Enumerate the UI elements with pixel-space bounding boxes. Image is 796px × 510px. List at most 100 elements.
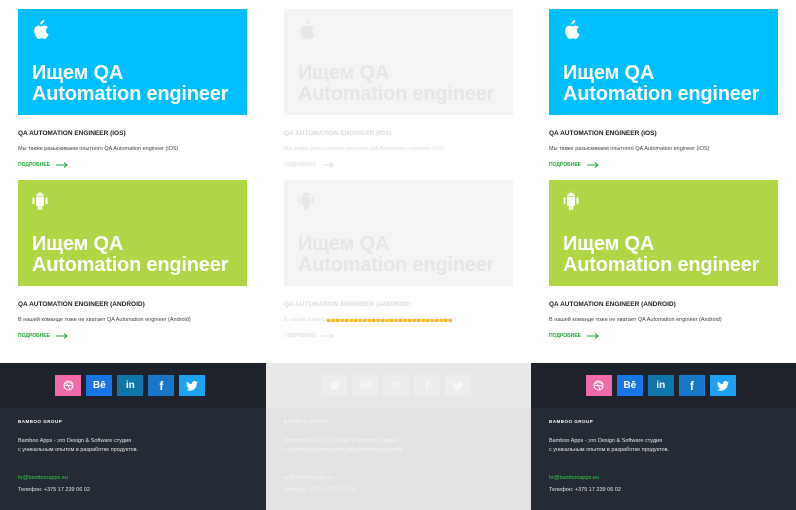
banner-title: Ищем QA Automation engineer [563, 62, 760, 105]
job-title[interactable]: QA AUTOMATION ENGINEER (IOS) [549, 130, 657, 137]
social-links: Bē in f [585, 375, 736, 396]
linkedin-icon: in [125, 380, 135, 391]
job-banner-android[interactable]: Ищем QA Automation engineer [284, 180, 513, 286]
job-description: Мы также разыскиваем опытного QA Automat… [284, 146, 445, 152]
brand-logo[interactable]: BAMBOO GROUP [284, 419, 328, 424]
job-banner-ios[interactable]: Ищем QA Automation engineer [549, 9, 778, 115]
job-title[interactable]: QA AUTOMATION ENGINEER (ANDROID) [284, 301, 411, 308]
android-icon [32, 191, 48, 210]
arrow-right-icon [56, 333, 68, 339]
more-link[interactable]: подробнее [284, 161, 334, 169]
more-link-label: подробнее [18, 162, 51, 168]
facebook-button[interactable]: f [414, 375, 441, 396]
linkedin-icon: in [656, 380, 666, 391]
social-bar: Bē in f [0, 363, 266, 408]
footer: BAMBOO GROUP Bamboo Apps - это Design & … [266, 408, 532, 510]
linkedin-button[interactable]: in [117, 375, 144, 396]
more-link[interactable]: подробнее [18, 161, 68, 169]
arrow-right-icon [587, 162, 599, 168]
behance-icon: Bē [92, 380, 106, 391]
more-link[interactable]: подробнее [284, 332, 334, 340]
job-card-ios[interactable]: Ищем QA Automation engineer QA AUTOMATIO… [549, 9, 778, 168]
job-card-android[interactable]: Ищем QA Automation engineer QA AUTOMATIO… [284, 180, 513, 339]
job-banner-ios[interactable]: Ищем QA Automation engineer [18, 9, 247, 115]
job-banner-android[interactable]: Ищем QA Automation engineer [549, 180, 778, 286]
dribbble-icon [63, 380, 74, 391]
column-2-ghost: Ищем QA Automation engineer QA AUTOMATIO… [266, 0, 532, 510]
job-title[interactable]: QA AUTOMATION ENGINEER (ANDROID) [549, 301, 676, 308]
behance-button[interactable]: Bē [616, 375, 643, 396]
email-link[interactable]: hr@bambooapps.eu [549, 475, 599, 481]
linkedin-icon: in [391, 380, 401, 391]
arrow-right-icon [322, 162, 334, 168]
twitter-icon [186, 380, 199, 391]
more-link-label: подробнее [549, 333, 582, 339]
dribbble-button[interactable] [321, 375, 348, 396]
banner-title: Ищем QA Automation engineer [563, 233, 760, 276]
phone-text: Телефон: +375 17 239 06 02 [18, 487, 90, 493]
behance-icon: Bē [623, 380, 637, 391]
dribbble-icon [329, 381, 339, 390]
more-link[interactable]: подробнее [18, 332, 68, 340]
column-3: Ищем QA Automation engineer QA AUTOMATIO… [531, 0, 796, 510]
apple-icon [300, 20, 315, 40]
footer: BAMBOO GROUP Bamboo Apps - это Design & … [531, 408, 796, 510]
more-link-label: подробнее [549, 162, 582, 168]
about-text: Bamboo Apps - это Design & Software студ… [18, 438, 139, 453]
facebook-icon: f [689, 378, 694, 393]
twitter-button[interactable] [179, 375, 206, 396]
dribbble-button[interactable] [585, 375, 612, 396]
job-description: В нашей команде тоже не хватает QA Autom… [549, 317, 722, 323]
dribbble-icon [593, 380, 604, 391]
job-card-ios[interactable]: Ищем QA Automation engineer QA AUTOMATIO… [284, 9, 513, 168]
email-link[interactable]: hr@bambooapps.eu [18, 475, 68, 481]
job-banner-ios[interactable]: Ищем QA Automation engineer [284, 9, 513, 115]
brand-logo[interactable]: BAMBOO GROUP [18, 419, 62, 424]
behance-button[interactable]: Bē [86, 375, 113, 396]
behance-icon: Bē [358, 380, 372, 391]
facebook-button[interactable]: f [148, 375, 175, 396]
job-card-android[interactable]: Ищем QA Automation engineer QA AUTOMATIO… [18, 180, 247, 339]
job-banner-android[interactable]: Ищем QA Automation engineer [18, 180, 247, 286]
banner-title: Ищем QA Automation engineer [298, 233, 495, 276]
job-title[interactable]: QA AUTOMATION ENGINEER (IOS) [284, 130, 392, 137]
android-icon [563, 191, 579, 210]
linkedin-button[interactable]: in [383, 375, 410, 396]
job-title[interactable]: QA AUTOMATION ENGINEER (IOS) [18, 130, 126, 137]
about-text: Bamboo Apps - это Design & Software студ… [549, 438, 670, 453]
social-bar: Bē in f [266, 363, 532, 408]
banner-title: Ищем QA Automation engineer [298, 62, 495, 105]
facebook-icon: f [159, 378, 164, 393]
arrow-right-icon [56, 162, 68, 168]
twitter-icon [452, 380, 465, 391]
more-link-label: подробнее [18, 333, 51, 339]
banner-title: Ищем QA Automation engineer [32, 233, 229, 276]
social-bar: Bē in f [531, 363, 796, 408]
facebook-icon: f [425, 378, 430, 393]
android-icon [298, 191, 314, 210]
job-description: В нашей команде тоже не хватает QA Autom… [18, 317, 191, 323]
twitter-button[interactable] [709, 375, 736, 396]
social-links: Bē in f [55, 375, 206, 396]
dribbble-button[interactable] [55, 375, 82, 396]
social-links: Bē in f [321, 375, 472, 396]
linkedin-button[interactable]: in [647, 375, 674, 396]
email-link[interactable]: hr@bambooapps.eu [284, 475, 334, 481]
twitter-button[interactable] [445, 375, 472, 396]
brand-logo[interactable]: BAMBOO GROUP [549, 419, 593, 424]
job-card-android[interactable]: Ищем QA Automation engineer QA AUTOMATIO… [549, 180, 778, 339]
job-card-ios[interactable]: Ищем QA Automation engineer QA AUTOMATIO… [18, 9, 247, 168]
more-link[interactable]: подробнее [549, 161, 599, 169]
apple-icon [565, 20, 580, 40]
twitter-icon [716, 380, 729, 391]
behance-button[interactable]: Bē [352, 375, 379, 396]
job-description: Мы также разыскиваем опытного QA Automat… [18, 146, 179, 152]
job-title[interactable]: QA AUTOMATION ENGINEER (ANDROID) [18, 301, 145, 308]
more-link-label: подробнее [284, 162, 317, 168]
phone-text: Телефон: +375 17 239 06 02 [549, 487, 621, 493]
more-link[interactable]: подробнее [549, 332, 599, 340]
footer: BAMBOO GROUP Bamboo Apps - это Design & … [0, 408, 266, 510]
column-1: Ищем QA Automation engineer QA AUTOMATIO… [0, 0, 266, 510]
render-glitch [327, 319, 452, 322]
facebook-button[interactable]: f [678, 375, 705, 396]
